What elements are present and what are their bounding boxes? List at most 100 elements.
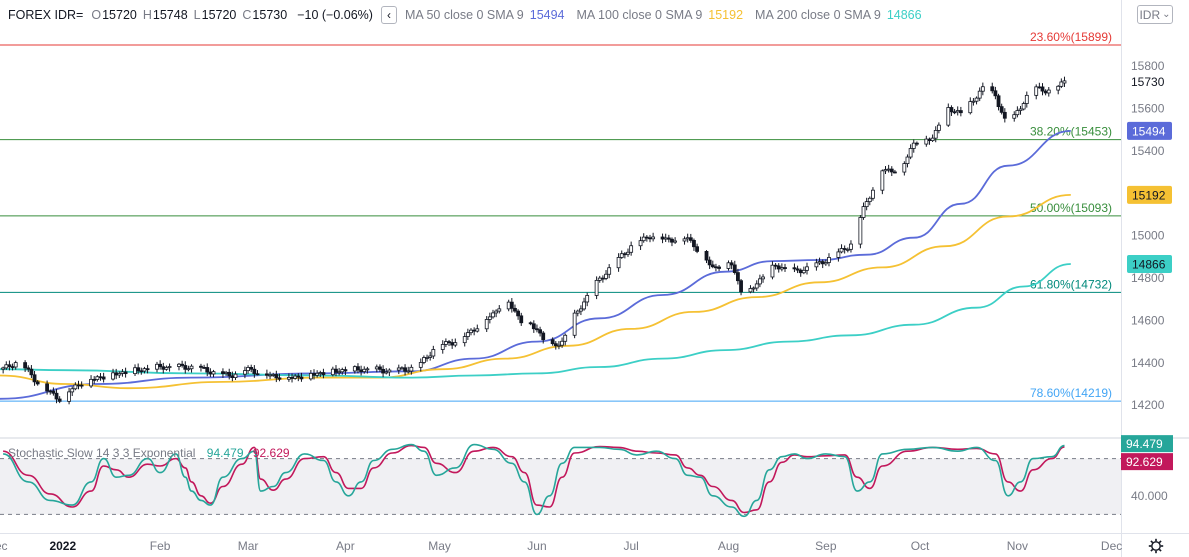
candle-body (45, 383, 50, 392)
collapse-legend-button[interactable]: ‹ (380, 6, 397, 24)
candle-body (616, 257, 621, 269)
price-tick-label: 14200 (1131, 398, 1165, 412)
candle-body (54, 392, 59, 400)
chevron-down-icon: ⌄ (1162, 9, 1171, 20)
time-axis-label: Dec (0, 539, 8, 553)
candle-body (597, 277, 602, 281)
time-axis-label: 2022 (49, 539, 76, 553)
candle (1018, 105, 1023, 115)
candle-body (955, 110, 960, 113)
candle (604, 270, 608, 281)
candle-body (189, 365, 194, 370)
candle-body (880, 170, 885, 191)
candle-body (600, 277, 605, 280)
candle (443, 338, 448, 348)
candle-body (560, 340, 564, 346)
candle-body (952, 111, 957, 114)
candle-body (211, 371, 216, 375)
candle-body (299, 376, 304, 380)
candle-body (450, 342, 455, 346)
candle (1015, 106, 1020, 118)
currency-select[interactable]: IDR ⌄ (1137, 5, 1173, 24)
open-value: 15720 (102, 8, 137, 22)
candle-body (619, 253, 624, 258)
candle-body (905, 156, 910, 164)
candle-body (792, 267, 797, 270)
candle (553, 341, 558, 350)
candle (1002, 108, 1007, 123)
candle (337, 367, 342, 376)
candle (779, 263, 784, 272)
candle-body (528, 322, 533, 325)
candle (770, 261, 775, 280)
candle (227, 368, 232, 380)
candle-body (736, 272, 740, 282)
candle-body (604, 273, 608, 279)
candle-body (418, 362, 423, 368)
candle-body (155, 363, 159, 370)
ma200-label[interactable]: MA 200 close 0 SMA 9 (755, 8, 881, 22)
symbol-name[interactable]: FOREX IDR= (8, 8, 83, 22)
candle (79, 381, 84, 389)
candle-body (685, 237, 690, 240)
candle-body (111, 372, 115, 380)
candle-body (563, 334, 568, 342)
candle (67, 387, 71, 405)
candle (268, 371, 272, 380)
stochastic-title[interactable]: Stochastic Slow 14 3 3 Exponential (8, 446, 195, 460)
candle (494, 309, 499, 318)
candle-body (7, 364, 12, 367)
candle-body (638, 240, 643, 247)
ma100-label[interactable]: MA 100 close 0 SMA 9 (577, 8, 703, 22)
candle-body (751, 287, 756, 290)
candle-body (243, 370, 247, 375)
candle (26, 365, 31, 373)
candle-body (842, 248, 847, 250)
candle-body (550, 339, 555, 345)
stochastic-d-badge: 92.629 (1126, 455, 1163, 469)
candle-body (902, 163, 907, 173)
candle-body (971, 100, 976, 103)
ma50-label[interactable]: MA 50 close 0 SMA 9 (405, 8, 524, 22)
candle-body (710, 264, 715, 268)
change-value: −10 (−0.06%) (297, 8, 373, 22)
candle-body (89, 378, 93, 387)
candle (381, 365, 385, 378)
stochastic-band (0, 458, 1121, 515)
candle-body (312, 373, 316, 376)
candle-body (864, 201, 869, 208)
candle-body (95, 376, 100, 380)
candle (133, 364, 137, 376)
candle (974, 96, 979, 105)
price-tick-label: 14800 (1131, 271, 1165, 285)
candle-body (946, 107, 951, 126)
candle-body (513, 307, 517, 312)
candle (607, 264, 612, 279)
price-chart[interactable]: 1580015600154001520015000148001460014400… (0, 0, 1189, 557)
candle (462, 332, 467, 347)
candle-body (308, 373, 313, 380)
candle (946, 103, 951, 127)
candle (648, 234, 652, 243)
candle-body (199, 365, 203, 368)
candle-body (893, 171, 897, 174)
settings-button[interactable] (1147, 537, 1165, 555)
candle (491, 309, 495, 319)
legend-header: FOREX IDR= O 15720 H 15748 L 15720 C 157… (0, 0, 1120, 30)
candle (673, 237, 678, 244)
candle (519, 312, 524, 326)
chevron-left-icon: ‹ (386, 8, 391, 22)
candle-body (1046, 89, 1051, 94)
candle (999, 103, 1004, 115)
candle (751, 286, 756, 293)
candle (265, 369, 269, 379)
candle-body (889, 168, 894, 173)
candle (76, 380, 81, 390)
candle (199, 363, 203, 372)
candle (893, 169, 897, 174)
candle-body (817, 261, 822, 264)
candle-body (717, 266, 721, 269)
candle-body (35, 381, 40, 385)
candle-body (977, 90, 982, 99)
candle-body (783, 267, 787, 269)
